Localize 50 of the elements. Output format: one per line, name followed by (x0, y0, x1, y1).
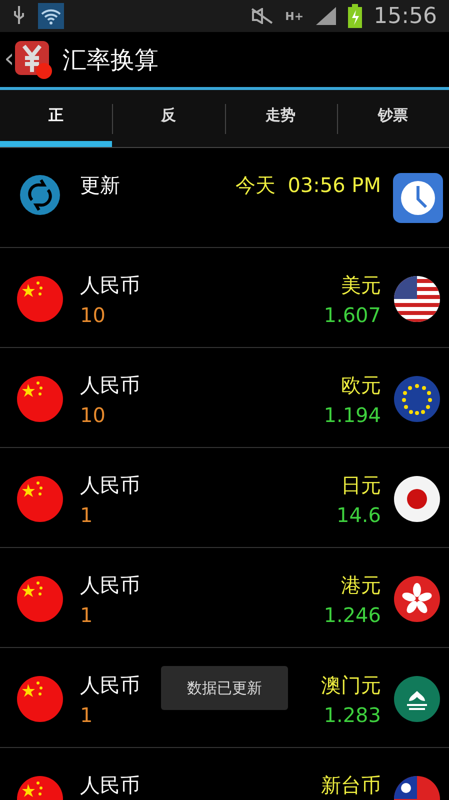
currency-name: 人民币 (80, 572, 140, 599)
currency-name: 人民币 (80, 372, 140, 399)
tab[interactable]: 反 (112, 90, 224, 147)
currency-name: 人民币 (80, 472, 140, 499)
rate-value: 1.194 (324, 402, 381, 429)
usb-icon (12, 5, 26, 27)
app-icon (14, 40, 54, 80)
rate-value: 1.607 (324, 302, 381, 329)
rate-value: 1.283 (324, 702, 381, 729)
currency-name: 日元 (341, 472, 381, 499)
battery-icon (348, 4, 362, 28)
currency-name: 美元 (341, 272, 381, 299)
amount-value: 1 (80, 702, 93, 729)
app-title: 汇率换算 (62, 44, 158, 76)
back-button[interactable]: ‹ (0, 40, 54, 80)
amount-value: 1 (80, 502, 93, 529)
signal-icon (316, 7, 336, 25)
wifi-icon (38, 3, 64, 29)
currency-name: 港元 (341, 572, 381, 599)
flag-icon (393, 675, 441, 723)
flag-icon (16, 675, 64, 723)
currency-name: 人民币 (80, 772, 140, 799)
currency-name: 欧元 (341, 372, 381, 399)
currency-name: 新台币 (321, 772, 381, 799)
amount-value: 10 (80, 402, 106, 429)
clock-time: 15:56 (374, 2, 437, 30)
flag-icon (393, 475, 441, 523)
tab[interactable]: 走势 (224, 90, 337, 147)
amount-value: 10 (80, 302, 106, 329)
clock-icon (393, 173, 443, 223)
amount-value: 1 (80, 602, 93, 629)
rate-value: 1.246 (324, 602, 381, 629)
currency-name: 人民币 (80, 672, 140, 699)
rate-value: 14.6 (336, 502, 381, 529)
tab[interactable]: 正 (0, 90, 112, 147)
flag-icon (393, 375, 441, 423)
flag-icon (16, 375, 64, 423)
update-label: 更新 (80, 172, 121, 199)
mute-icon (251, 8, 274, 24)
network-type: H+ (285, 10, 304, 22)
update-day: 今天 (236, 170, 276, 200)
currency-name: 澳门元 (321, 672, 381, 699)
update-time: 03:56 PM (288, 172, 381, 199)
flag-icon (16, 575, 64, 623)
flag-icon (16, 475, 64, 523)
flag-icon (393, 575, 441, 623)
currency-name: 人民币 (80, 272, 140, 299)
tab[interactable]: 钞票 (336, 90, 449, 147)
flag-icon (16, 275, 64, 323)
toast-message: 数据已更新 (161, 666, 288, 710)
